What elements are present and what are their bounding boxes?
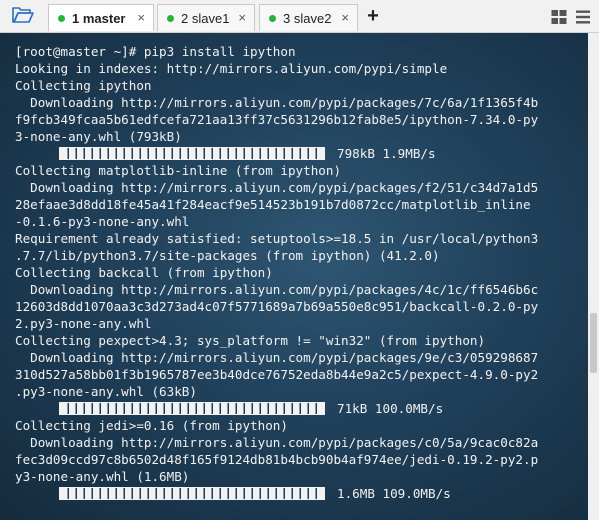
download-stats: 71kB 100.0MB/s <box>337 401 444 416</box>
output-line: Downloading http://mirrors.aliyun.com/py… <box>15 95 539 110</box>
connection-status-dot <box>58 14 65 22</box>
tab-slave1[interactable]: 2 slave1 × <box>157 4 255 31</box>
output-line: fec3d09ccd97c8b6502d48f165f9124db81b4bcb… <box>15 452 539 467</box>
open-folder-button[interactable] <box>8 5 38 29</box>
tab-slave2[interactable]: 3 slave2 × <box>259 4 358 31</box>
output-line: Collecting ipython <box>15 78 152 93</box>
output-line: 28efaae3d8dd18fe45a41f284eacf9e514523b19… <box>15 197 531 212</box>
tab-label: 2 slave1 <box>181 10 230 26</box>
grid-layout-icon <box>551 10 567 29</box>
output-line: .py3-none-any.whl (63kB) <box>15 384 197 399</box>
terminal-window: 1 master × 2 slave1 × 3 slave2 × + [root… <box>0 0 599 520</box>
output-line: Collecting matplotlib-inline (from ipyth… <box>15 163 342 178</box>
scrollbar-thumb[interactable] <box>590 313 597 373</box>
terminal-output[interactable]: [root@master ~]# pip3 install ipython Loo… <box>0 33 588 520</box>
layout-button[interactable] <box>551 9 567 25</box>
download-stats: 798kB 1.9MB/s <box>337 146 436 161</box>
output-line: -0.1.6-py3-none-any.whl <box>15 214 190 229</box>
close-tab-icon[interactable]: × <box>137 10 145 26</box>
tab-bar: 1 master × 2 slave1 × 3 slave2 × + <box>0 0 599 33</box>
progress-line: 71kB 100.0MB/s <box>15 400 588 417</box>
tab-label: 3 slave2 <box>283 10 332 26</box>
tab-master[interactable]: 1 master × <box>48 4 154 31</box>
command-prompt-line: [root@master ~]# pip3 install ipython <box>15 44 296 59</box>
close-tab-icon[interactable]: × <box>238 10 246 26</box>
output-line: 12603d8dd1070aa3c3d273ad4c07f5771689a7b6… <box>15 299 539 314</box>
connection-status-dot <box>167 14 174 22</box>
output-line: Downloading http://mirrors.aliyun.com/py… <box>15 180 539 195</box>
output-line: Collecting jedi>=0.16 (from ipython) <box>15 418 288 433</box>
download-progress-bar <box>59 147 325 160</box>
output-line: Collecting backcall (from ipython) <box>15 265 273 280</box>
output-line: Downloading http://mirrors.aliyun.com/py… <box>15 350 539 365</box>
progress-line: 1.6MB 109.0MB/s <box>15 485 588 502</box>
tab-label: 1 master <box>72 10 126 26</box>
output-line: Collecting pexpect>4.3; sys_platform != … <box>15 333 486 348</box>
output-line: 3-none-any.whl (793kB) <box>15 129 182 144</box>
menu-button[interactable] <box>575 9 591 25</box>
connection-status-dot <box>269 14 276 22</box>
hamburger-menu-icon <box>575 10 591 29</box>
output-line: Looking in indexes: http://mirrors.aliyu… <box>15 61 448 76</box>
output-line: .7.7/lib/python3.7/site-packages (from i… <box>15 248 440 263</box>
folder-open-icon <box>12 6 34 29</box>
terminal-scrollbar[interactable] <box>588 33 599 520</box>
output-line: 310d527a58bb01f3b1965787ee3b40dce76752ed… <box>15 367 539 382</box>
progress-line: 798kB 1.9MB/s <box>15 145 588 162</box>
download-progress-bar <box>59 487 325 500</box>
download-progress-bar <box>59 402 325 415</box>
output-line: Requirement already satisfied: setuptool… <box>15 231 539 246</box>
output-line: f9fcb349fcaa5b61edfcefa721aa13ff37c56312… <box>15 112 539 127</box>
output-line: Downloading http://mirrors.aliyun.com/py… <box>15 282 539 297</box>
new-tab-button[interactable]: + <box>364 5 382 29</box>
output-line: 2.py3-none-any.whl <box>15 316 152 331</box>
output-line: y3-none-any.whl (1.6MB) <box>15 469 190 484</box>
close-tab-icon[interactable]: × <box>341 10 349 26</box>
download-stats: 1.6MB 109.0MB/s <box>337 486 451 501</box>
output-line: Downloading http://mirrors.aliyun.com/py… <box>15 435 539 450</box>
